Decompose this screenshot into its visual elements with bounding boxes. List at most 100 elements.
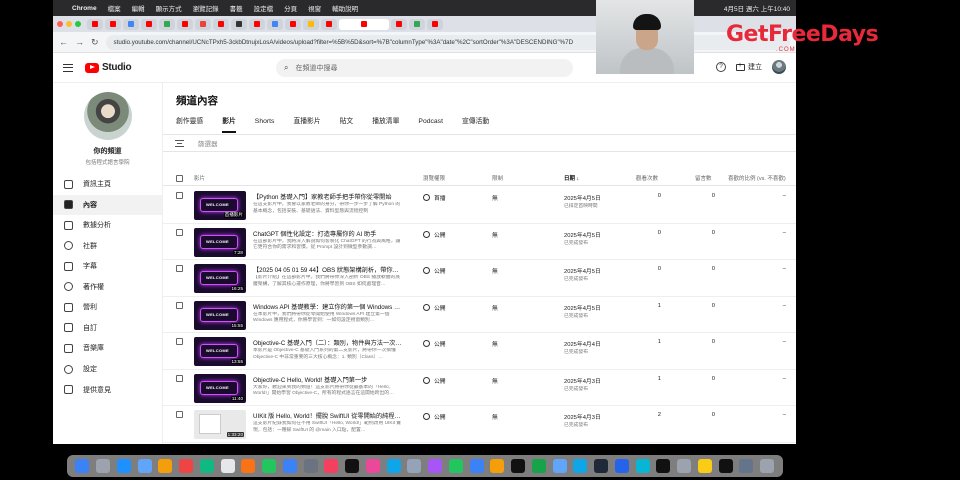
channel-avatar[interactable] [83,92,132,140]
dock-app-icon[interactable] [96,459,111,473]
column-header-visibility[interactable]: 瀏覽權限 [423,174,445,182]
dock-app-icon[interactable] [614,459,629,473]
row-checkbox[interactable] [176,265,183,272]
back-arrow-icon[interactable]: ← [59,37,68,47]
video-title[interactable]: UIKit 版 Hello, World！擺脫 SwiftUI 從零開始的純程式… [253,411,403,420]
sidebar-item-subtitles[interactable]: 字幕 [53,256,162,277]
video-title[interactable]: Objective-C Hello, World! 基礎入門第一步 [253,375,403,384]
video-thumbnail[interactable]: WELCOME 7:28 [194,227,246,257]
menu-hamburger-icon[interactable] [63,63,73,72]
sidebar-item-feedback[interactable]: 提供意見 [53,380,163,401]
table-row[interactable]: WELCOME 11:40 Objective-C Hello, World! 基礎… [163,370,796,406]
sidebar-item-content[interactable]: 內容 [53,194,162,215]
browser-tab[interactable] [123,18,139,30]
tab-videos[interactable]: 影片 [222,117,236,135]
video-thumbnail[interactable]: WELCOME 15:55 [194,300,246,330]
dock-app-icon[interactable] [199,459,214,473]
minimize-window-button[interactable] [66,21,72,27]
dock-app-icon[interactable] [448,459,463,473]
column-header-comments[interactable]: 留言數 [695,174,712,182]
tab-posts[interactable]: 貼文 [340,117,354,135]
table-row[interactable]: WELCOME 7:28 ChatGPT 個性化設定：打造專屬你的 AI 助手 在這部… [163,224,796,260]
visibility-cell[interactable]: 公開 [423,230,446,239]
browser-tab[interactable] [141,18,157,30]
select-all-checkbox[interactable] [176,175,183,182]
zoom-window-button[interactable] [75,21,81,27]
tab-shorts[interactable]: Shorts [255,117,275,135]
sidebar-item-copyright[interactable]: 著作權 [53,277,162,298]
visibility-cell[interactable]: 公開 [423,339,446,348]
menubar-app-name[interactable]: Chrome [72,5,97,12]
video-thumbnail[interactable]: WELCOME 首播影片 [194,191,246,220]
menubar-menu-profiles[interactable]: 設定檔 [254,3,274,13]
menubar-datetime[interactable]: 4月5日 週六 上午10:40 [724,3,790,13]
sidebar-item-dashboard[interactable]: 資訊主頁 [53,174,162,195]
table-row[interactable]: WELCOME 16:25 【2025 04 05 01 59 44】OBS 狀態架… [163,260,796,297]
menubar-menu-window[interactable]: 視窗 [308,3,321,13]
column-header-restriction[interactable]: 限制 [492,174,503,182]
browser-tab[interactable] [391,18,407,30]
tab-playlists[interactable]: 播放清單 [372,117,399,135]
dock-app-icon[interactable] [116,459,131,473]
browser-tab[interactable] [105,18,121,30]
browser-tab[interactable] [231,18,247,30]
channel-search-input[interactable]: ⌕ 在頻道中搜尋 [276,59,573,77]
visibility-cell[interactable]: 公開 [423,412,446,421]
menubar-menu-bookmarks[interactable]: 書籤 [230,3,243,13]
dock-app-icon[interactable] [407,459,422,473]
dock-app-icon[interactable] [137,459,152,473]
dock-app-icon[interactable] [303,459,318,473]
video-title[interactable]: 【Python 基礎入門】家教老師手把手帶你從零開始 [253,192,403,201]
dock-app-icon[interactable] [428,459,443,473]
tab-promotions[interactable]: 宣傳活動 [462,117,489,135]
dock-app-icon[interactable] [531,459,546,473]
row-checkbox[interactable] [176,374,183,382]
dock-app-icon[interactable] [760,459,775,473]
video-thumbnail[interactable]: WELCOME 13:55 [194,337,246,366]
dock-app-icon[interactable] [469,459,484,473]
column-header-views[interactable]: 觀看次數 [636,174,658,182]
dock-app-icon[interactable] [490,459,505,473]
dock-app-icon[interactable] [718,459,733,473]
table-row[interactable]: WELCOME 15:55 Windows API 基礎教學：建立你的第一個 Win… [163,297,796,333]
sidebar-item-monetization[interactable]: 營利 [53,297,162,318]
account-avatar[interactable] [772,60,786,74]
forward-arrow-icon[interactable]: → [75,37,84,47]
visibility-cell[interactable]: 公開 [423,376,446,385]
video-title[interactable]: Objective-C 基礎入門（二）：類別，物件與方法一次搞懂！ [253,338,403,347]
help-icon[interactable]: ? [716,62,726,72]
sidebar-item-analytics[interactable]: 數據分析 [53,215,162,236]
tab-live[interactable]: 直播影片 [293,117,320,135]
browser-tab[interactable] [87,18,103,30]
browser-tab-active[interactable] [339,18,389,30]
browser-tab[interactable] [285,18,301,30]
browser-tab[interactable] [213,18,229,30]
dock-app-icon[interactable] [656,459,671,473]
dock-app-icon[interactable] [345,459,360,473]
browser-tab[interactable] [195,18,211,30]
row-checkbox[interactable] [176,192,183,199]
column-header-likes[interactable]: 喜歡的比例 (vs. 不喜歡) [728,174,786,182]
close-window-button[interactable] [57,21,63,27]
menubar-menu-view[interactable]: 顯示方式 [156,3,182,13]
dock-app-icon[interactable] [282,459,297,473]
tab-podcast[interactable]: Podcast [418,117,443,135]
table-row[interactable]: WELCOME1:33:20 UIKit 版 Hello, World！擺脫 Sw… [163,406,796,443]
menubar-menu-tab[interactable]: 分頁 [284,3,297,13]
row-checkbox[interactable] [176,411,183,418]
sidebar-item-customization[interactable]: 自訂 [53,318,162,339]
visibility-cell[interactable]: 公開 [423,266,446,275]
table-row[interactable]: WELCOME新手必看！Python 邊做邊學作範例教學這支影片將帶你從頭到尾完… [163,443,796,445]
studio-logo[interactable]: Studio [85,62,132,73]
menubar-menu-history[interactable]: 瀏覽記錄 [193,3,219,13]
sidebar-item-settings[interactable]: 設定 [53,359,163,380]
row-checkbox[interactable] [176,228,183,236]
browser-tab[interactable] [177,18,193,30]
dock-app-icon[interactable] [158,459,173,473]
dock-app-icon[interactable] [739,459,754,473]
video-title[interactable]: Windows API 基礎教學：建立你的第一個 Windows 應用程式 [253,302,403,311]
table-row[interactable]: WELCOME 首播影片 【Python 基礎入門】家教老師手把手帶你從零開始 在這支… [163,187,796,224]
browser-tab[interactable] [321,18,337,30]
visibility-cell[interactable]: 公開 [423,303,446,312]
row-checkbox[interactable] [176,338,183,345]
